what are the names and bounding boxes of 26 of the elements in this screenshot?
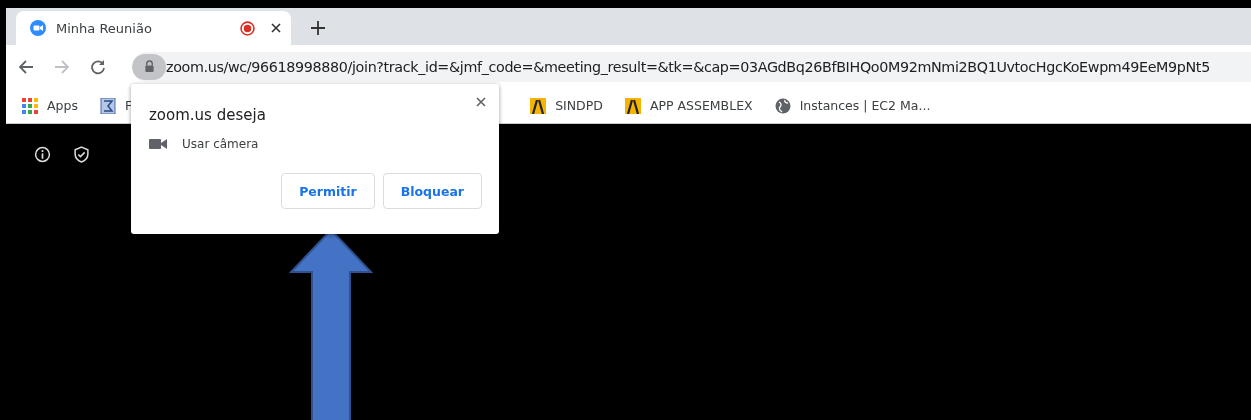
close-icon[interactable] xyxy=(271,23,281,33)
tab-title: Minha Reunião xyxy=(56,20,153,36)
bookmark-item[interactable]: APP ASSEMBLEX xyxy=(624,97,753,114)
dialog-title: zoom.us deseja xyxy=(149,106,267,124)
document-icon xyxy=(99,97,116,114)
info-icon[interactable] xyxy=(34,146,51,163)
reload-icon[interactable] xyxy=(90,58,106,75)
road-sign-icon xyxy=(530,97,547,114)
video-camera-icon xyxy=(149,138,167,150)
permission-label: Usar câmera xyxy=(182,137,259,151)
dialog-button[interactable]: Bloquear xyxy=(382,173,482,209)
bookmark-item[interactable]: SINDPD xyxy=(530,97,603,114)
road-sign-icon xyxy=(624,97,641,114)
back-arrow-icon[interactable] xyxy=(18,58,34,75)
apps-grid-icon xyxy=(22,97,38,114)
dialog-button[interactable]: Permitir xyxy=(281,173,375,209)
browser-tab[interactable]: Minha Reunião xyxy=(16,11,291,45)
bookmark-item[interactable]: Apps xyxy=(22,97,78,114)
lock-icon[interactable] xyxy=(132,53,166,80)
close-icon[interactable] xyxy=(476,97,486,107)
video-camera-icon xyxy=(30,20,46,36)
globe-icon xyxy=(774,97,791,114)
bookmark-item[interactable]: Instances | EC2 Ma... xyxy=(774,97,931,114)
shield-icon[interactable] xyxy=(73,146,90,163)
new-tab-icon[interactable] xyxy=(311,21,325,35)
bookmark-item[interactable]: F xyxy=(99,97,133,114)
